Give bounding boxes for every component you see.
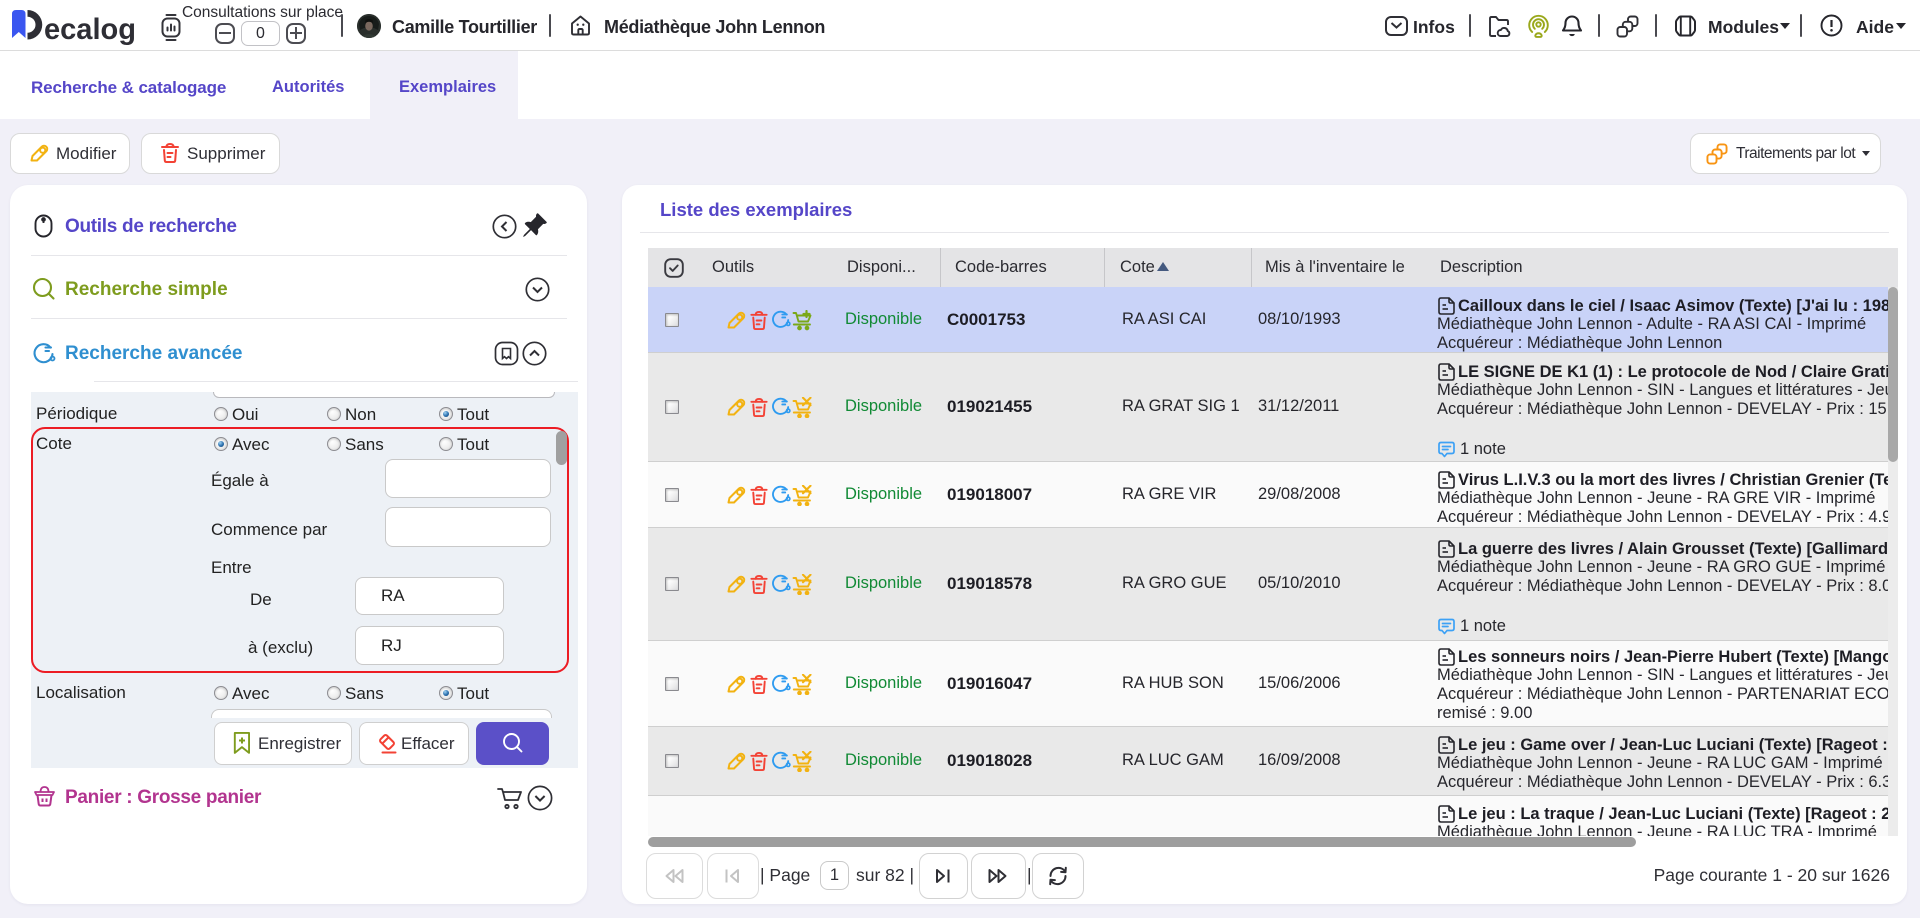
- svg-text:ecalog: ecalog: [44, 13, 136, 45]
